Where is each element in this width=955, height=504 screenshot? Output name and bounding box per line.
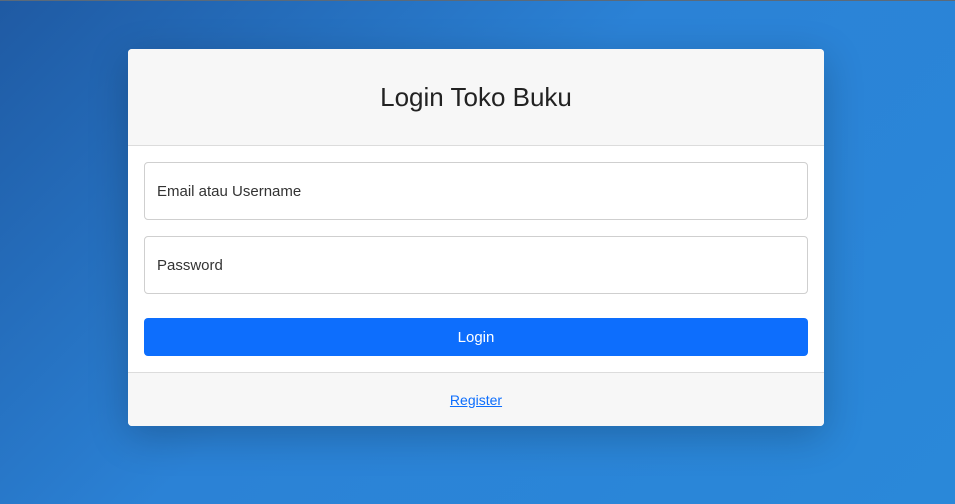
email-username-input[interactable]: [144, 162, 808, 220]
top-border: [0, 0, 955, 1]
register-link[interactable]: Register: [450, 392, 502, 408]
page-title: Login Toko Buku: [380, 81, 572, 112]
card-footer: Register: [128, 372, 824, 426]
login-button[interactable]: Login: [144, 318, 808, 356]
password-input[interactable]: [144, 236, 808, 294]
page: { "login_card": { "title": "Login Toko B…: [0, 0, 955, 504]
login-card: Login Toko Buku Login Register: [128, 49, 824, 426]
card-header: Login Toko Buku: [128, 49, 824, 146]
card-body: Login: [128, 146, 824, 356]
